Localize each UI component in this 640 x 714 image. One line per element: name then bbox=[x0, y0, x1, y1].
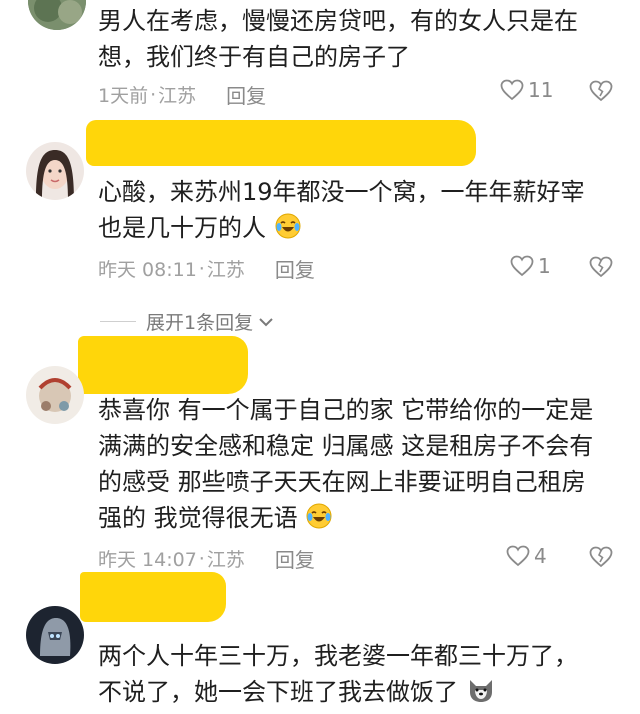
avatar-image bbox=[26, 366, 84, 424]
reply-button[interactable]: 回复 bbox=[275, 544, 315, 573]
avatar-image bbox=[28, 0, 86, 30]
comment-text: 心酸，来苏州19年都没一个窝，一年年薪好宰 也是几十万的人 bbox=[98, 174, 618, 250]
comment-meta: 昨天 08:11 · 江苏 回复 bbox=[98, 254, 315, 283]
avatar-image bbox=[26, 142, 84, 200]
location: 江苏 bbox=[206, 549, 245, 571]
separator: · bbox=[150, 83, 157, 106]
like-count: 1 bbox=[538, 254, 551, 278]
dislike-button[interactable] bbox=[589, 256, 613, 278]
broken-heart-icon bbox=[589, 256, 613, 278]
location: 江苏 bbox=[158, 85, 197, 107]
like-count: 4 bbox=[534, 544, 547, 568]
comment-line: 不说了，她一会下班了我去做饭了 bbox=[98, 678, 458, 706]
comment-text: 两个人十年三十万，我老婆一年都三十万了， 不说了，她一会下班了我去做饭了 bbox=[98, 638, 618, 714]
broken-heart-icon bbox=[589, 80, 613, 102]
heart-icon bbox=[500, 79, 524, 101]
dislike-button[interactable] bbox=[589, 546, 613, 568]
expand-replies-button[interactable]: 展开1条回复 bbox=[100, 308, 275, 335]
dog-emoji bbox=[466, 676, 496, 714]
location: 江苏 bbox=[206, 259, 245, 281]
redaction-highlight bbox=[80, 572, 226, 622]
like-button[interactable]: 11 bbox=[500, 78, 553, 102]
avatar[interactable] bbox=[26, 366, 84, 424]
like-count: 11 bbox=[528, 78, 554, 102]
like-button[interactable]: 1 bbox=[510, 254, 551, 278]
comment-line: 想，我们终于有自己的房子了 bbox=[98, 43, 410, 71]
avatar[interactable] bbox=[26, 606, 84, 664]
comment-line: 男人在考虑，慢慢还房贷吧，有的女人只是在 bbox=[98, 7, 578, 35]
comment-line: 满满的安全感和稳定 归属感 这是租房子不会有 bbox=[98, 432, 594, 460]
avatar-image bbox=[26, 606, 84, 664]
timestamp: 昨天 08:11 bbox=[98, 259, 197, 281]
reply-button[interactable]: 回复 bbox=[275, 254, 315, 283]
heart-icon bbox=[510, 255, 534, 277]
timestamp: 昨天 14:07 bbox=[98, 549, 197, 571]
redaction-highlight bbox=[86, 120, 476, 166]
like-button[interactable]: 4 bbox=[506, 544, 547, 568]
separator: · bbox=[198, 547, 205, 570]
comment-meta: 1天前 · 江苏 回复 bbox=[98, 80, 266, 109]
comment-line: 恭喜你 有一个属于自己的家 它带给你的一定是 bbox=[98, 396, 594, 424]
timestamp: 1天前 bbox=[98, 85, 149, 107]
avatar[interactable] bbox=[28, 0, 86, 30]
comment-meta: 昨天 14:07 · 江苏 回复 bbox=[98, 544, 315, 573]
chevron-down-icon bbox=[259, 317, 273, 326]
reply-button[interactable]: 回复 bbox=[226, 80, 266, 109]
comment-text: 恭喜你 有一个属于自己的家 它带给你的一定是 满满的安全感和稳定 归属感 这是租… bbox=[98, 392, 618, 540]
laugh-cry-emoji bbox=[274, 212, 302, 250]
broken-heart-icon bbox=[589, 546, 613, 568]
avatar[interactable] bbox=[26, 142, 84, 200]
comment-line: 强的 我觉得很无语 bbox=[98, 504, 298, 532]
comment-line: 的感受 那些喷子天天在网上非要证明自己租房 bbox=[98, 468, 586, 496]
comment-line: 也是几十万的人 bbox=[98, 214, 266, 242]
comment-text: 男人在考虑，慢慢还房贷吧，有的女人只是在 想，我们终于有自己的房子了 bbox=[98, 3, 618, 75]
comment-line: 心酸，来苏州19年都没一个窝，一年年薪好宰 bbox=[98, 178, 585, 206]
redaction-highlight bbox=[78, 336, 248, 394]
separator: · bbox=[198, 257, 205, 280]
dislike-button[interactable] bbox=[589, 80, 613, 102]
divider bbox=[100, 321, 136, 322]
comment-line: 两个人十年三十万，我老婆一年都三十万了， bbox=[98, 642, 578, 670]
heart-icon bbox=[506, 545, 530, 567]
laugh-cry-emoji bbox=[305, 502, 333, 540]
expand-replies-label: 展开1条回复 bbox=[146, 312, 254, 334]
